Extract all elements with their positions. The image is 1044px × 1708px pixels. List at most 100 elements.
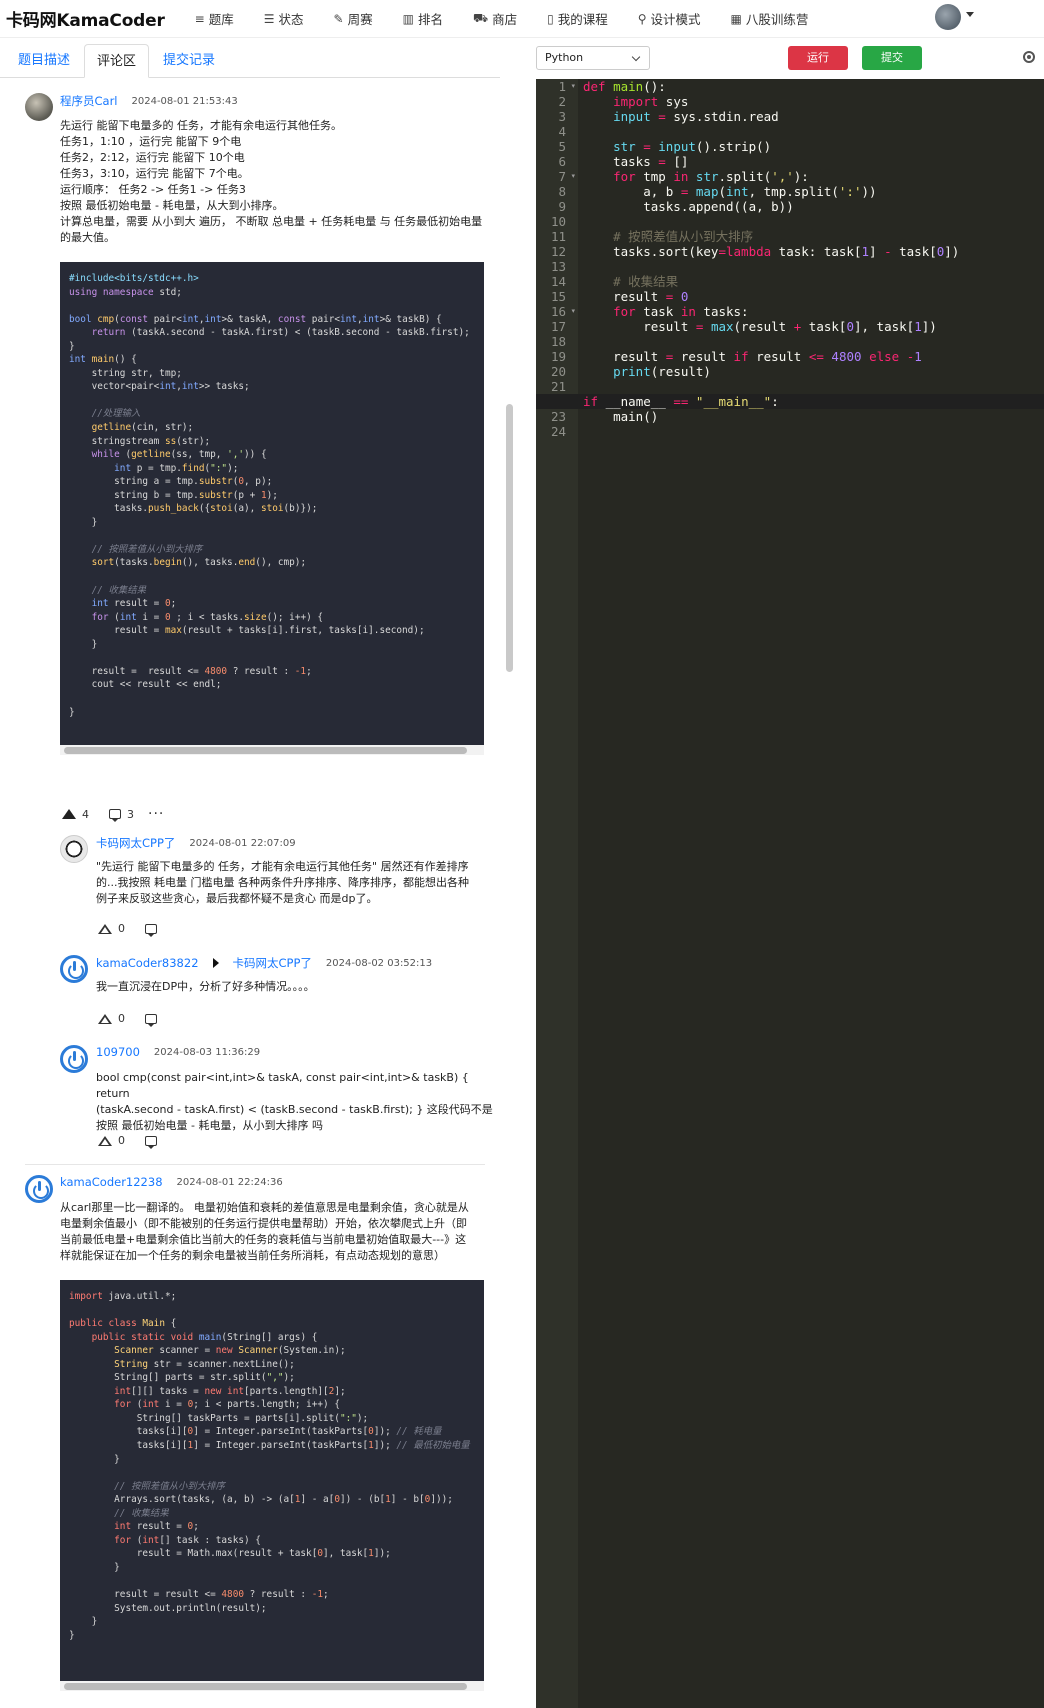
comment-author[interactable]: 程序员Carl	[60, 93, 118, 109]
brand-logo[interactable]: 卡码网KamaCoder	[6, 6, 165, 31]
comment-time: 2024-08-01 22:24:36	[176, 1176, 283, 1188]
comment-body: bool cmp(const pair<int,int>& taskA, con…	[96, 1071, 493, 1132]
nav-items: ≡ 题库 ☰ 状态 ✎ 周赛 ▥ 排名 ⛟ 商店 ▯ 我的课程 ⚲ 设计模式 ▦ 八股训练营	[195, 9, 839, 28]
line-number: 24	[550, 424, 566, 439]
tab-submissions[interactable]: 提交记录	[151, 44, 227, 78]
calendar-icon: ▦	[730, 11, 742, 26]
reply-to-arrow-icon	[212, 958, 219, 968]
comment-divider	[25, 1164, 485, 1165]
avatar	[25, 93, 53, 121]
comment-author[interactable]: 卡码网太CPP了	[96, 835, 175, 851]
line-number: 2	[558, 94, 566, 109]
nav-item-7[interactable]: ▦ 八股训练营	[731, 9, 809, 28]
gear-icon[interactable]	[1023, 51, 1035, 63]
user-avatar[interactable]	[935, 4, 961, 30]
line-number: 9	[558, 199, 566, 214]
code-block-java: import java.util.*; public class Main { …	[60, 1280, 484, 1681]
sitemap-icon: ⚲	[637, 11, 647, 26]
reply-count: 3	[127, 807, 134, 821]
nav-item-label: 我的课程	[557, 12, 608, 27]
reply-icon[interactable]	[145, 1135, 157, 1149]
upvote-icon[interactable]	[98, 1135, 112, 1146]
line-number: 21	[550, 379, 566, 394]
tab-comments[interactable]: 评论区	[84, 44, 150, 78]
upvote-icon[interactable]	[62, 809, 76, 819]
comment-author[interactable]: kamaCoder83822	[96, 956, 199, 970]
line-number: 6	[558, 154, 566, 169]
like-count: 0	[118, 1134, 125, 1147]
nav-item-label: 状态	[278, 12, 304, 27]
reply-icon[interactable]	[145, 923, 157, 937]
upvote-icon[interactable]	[98, 1013, 112, 1024]
comment-actions: 4 3 ···	[62, 806, 164, 822]
avatar	[60, 1045, 88, 1073]
line-number: 18	[550, 334, 566, 349]
horizontal-scrollbar[interactable]	[64, 1683, 467, 1690]
comment-body: "先运行 能留下电量多的 任务，才能有余电运行其他任务" 居然还有作差排序 的.…	[96, 860, 469, 905]
line-number: 3	[558, 109, 566, 124]
nav-item-0[interactable]: ≡ 题库	[195, 9, 234, 28]
language-select[interactable]: Python	[536, 46, 650, 70]
problem-tabs: 题目描述 评论区 提交记录	[0, 44, 500, 78]
like-count: 0	[118, 1012, 125, 1025]
cart-icon: ⛟	[472, 10, 489, 25]
fold-toggle-icon[interactable]: ▾	[571, 307, 575, 315]
line-number: 15	[550, 289, 566, 304]
nav-item-label: 排名	[417, 12, 443, 27]
tab-description[interactable]: 题目描述	[6, 44, 82, 78]
line-number: 19	[550, 349, 566, 364]
nav-item-2[interactable]: ✎ 周赛	[334, 9, 373, 28]
comment-header: 程序员Carl 2024-08-01 21:53:43	[60, 93, 238, 109]
nav-item-label: 周赛	[347, 12, 373, 27]
avatar	[25, 1175, 53, 1203]
comment-time: 2024-08-01 22:07:09	[189, 837, 296, 849]
fold-toggle-icon[interactable]: ▾	[571, 82, 575, 90]
book-icon: ▯	[547, 11, 554, 26]
comment-time: 2024-08-02 03:52:13	[325, 957, 433, 969]
comment-header: 109700 2024-08-03 11:36:29	[96, 1045, 260, 1059]
editor-code[interactable]: def main(): import sys input = sys.stdin…	[583, 79, 959, 424]
code-editor[interactable]: 1▾234567▾8910111213141516▾171819202122▾2…	[536, 79, 1044, 1708]
avatar	[60, 955, 88, 983]
comment-time: 2024-08-03 11:36:29	[153, 1046, 261, 1058]
nav-item-label: 商店	[492, 12, 518, 27]
line-number: 10	[550, 214, 566, 229]
comment-author[interactable]: kamaCoder12238	[60, 1175, 163, 1189]
pencil-icon: ✎	[333, 11, 344, 26]
reply-icon[interactable]	[145, 1013, 157, 1027]
nav-item-label: 设计模式	[650, 12, 701, 27]
comment-header: 卡码网太CPP了 2024-08-01 22:07:09	[96, 835, 296, 851]
more-options-icon[interactable]: ···	[148, 806, 164, 822]
comment-list: 程序员Carl 2024-08-01 21:53:43 先运行 能留下电量多的 …	[0, 79, 510, 1708]
horizontal-scrollbar[interactable]	[64, 747, 467, 754]
chevron-down-icon[interactable]	[966, 12, 974, 17]
upvote-icon[interactable]	[98, 923, 112, 934]
run-button[interactable]: 运行	[788, 46, 848, 70]
line-number: 7	[558, 169, 566, 184]
comment-author[interactable]: 109700	[96, 1045, 140, 1059]
checklist-icon: ☰	[263, 11, 275, 26]
nav-item-6[interactable]: ⚲ 设计模式	[638, 9, 701, 28]
line-number-gutter: 1▾234567▾8910111213141516▾171819202122▾2…	[536, 79, 578, 1708]
editor-toolbar: Python 运行 提交	[536, 46, 950, 70]
line-number: 4	[558, 124, 566, 139]
reply-target-author[interactable]: 卡码网太CPP了	[233, 955, 312, 971]
line-number: 14	[550, 274, 566, 289]
list-icon: ≡	[194, 11, 205, 26]
chevron-down-icon	[631, 52, 641, 62]
line-number: 1	[558, 79, 566, 94]
line-number: 11	[550, 229, 566, 244]
reply-icon[interactable]	[109, 809, 121, 822]
comment-body: 我一直沉浸在DP中，分析了好多种情况。。。。	[96, 980, 315, 993]
like-count: 4	[82, 807, 89, 821]
nav-item-3[interactable]: ▥ 排名	[403, 9, 443, 28]
comment-body: 从carl那里一比一翻译的。 电量初始值和衰耗的差值意思是电量剩余值，贪心就是从…	[60, 1201, 469, 1262]
nav-item-4[interactable]: ⛟ 商店	[473, 9, 517, 28]
nav-item-5[interactable]: ▯ 我的课程	[547, 9, 608, 28]
like-count: 0	[118, 922, 125, 935]
fold-toggle-icon[interactable]: ▾	[571, 172, 575, 180]
nav-item-1[interactable]: ☰ 状态	[264, 9, 304, 28]
vertical-scrollbar[interactable]	[506, 404, 513, 672]
comment-actions: 0	[98, 922, 157, 937]
submit-button[interactable]: 提交	[862, 46, 922, 70]
